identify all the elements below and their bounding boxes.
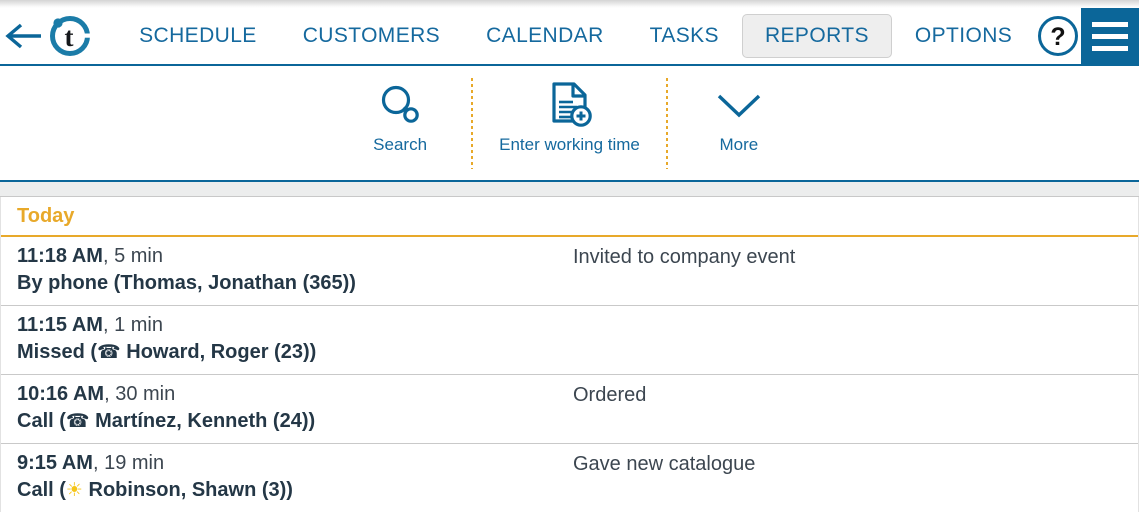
back-button[interactable] — [0, 22, 46, 50]
magnifier-icon — [377, 77, 423, 133]
row-time: 11:15 AM — [17, 314, 103, 336]
hamburger-menu-button[interactable] — [1081, 8, 1139, 64]
row-note — [573, 312, 1122, 366]
table-row[interactable]: 9:15 AM, 19 min Call (☀ Robinson, Shawn … — [1, 444, 1138, 512]
table-row[interactable]: 11:18 AM, 5 min By phone (Thomas, Jonath… — [1, 237, 1138, 306]
row-time: 10:16 AM — [17, 383, 105, 405]
row-note: Gave new catalogue — [573, 453, 756, 475]
row-primary-column: 9:15 AM, 19 min Call (☀ Robinson, Shawn … — [17, 450, 573, 504]
logo-icon: t — [50, 16, 91, 56]
app-logo[interactable]: t — [46, 12, 94, 60]
row-time-line: 10:16 AM, 30 min — [17, 381, 573, 408]
hamburger-bar-2 — [1092, 33, 1129, 39]
row-time: 9:15 AM — [17, 452, 93, 474]
row-note: Invited to company event — [573, 246, 796, 268]
svg-text:?: ? — [1051, 23, 1066, 51]
main-navigation-bar: t SCHEDULE CUSTOMERS CALENDAR TASKS REPO… — [0, 8, 1139, 66]
row-subject-line: Missed (☎ Howard, Roger (23)) — [17, 339, 573, 366]
top-gradient-strip — [0, 0, 1139, 8]
table-row[interactable]: 10:16 AM, 30 min Call (☎ Martínez, Kenne… — [1, 375, 1138, 444]
nav-item-calendar[interactable]: CALENDAR — [463, 14, 627, 58]
row-subject-line: By phone (Thomas, Jonathan (365)) — [17, 270, 573, 297]
toolbar-button-more[interactable]: More — [668, 77, 810, 169]
row-subject-prefix: Missed ( — [17, 341, 98, 363]
document-plus-icon — [547, 77, 593, 133]
row-time: 11:18 AM — [17, 245, 103, 267]
sun-icon: ☀ — [65, 479, 83, 501]
nav-links: SCHEDULE CUSTOMERS CALENDAR TASKS REPORT… — [116, 14, 1035, 58]
toolbar-button-search[interactable]: Search — [329, 77, 471, 169]
row-time-line: 11:18 AM, 5 min — [17, 243, 573, 270]
hamburger-bar-3 — [1092, 45, 1129, 51]
toolbar-label-more: More — [719, 135, 759, 154]
row-duration: , 19 min — [92, 452, 165, 474]
chevron-down-icon — [713, 77, 765, 133]
row-subject-after: Howard, Roger (23)) — [120, 341, 317, 363]
row-duration: , 1 min — [102, 314, 163, 336]
row-primary-column: 11:18 AM, 5 min By phone (Thomas, Jonath… — [17, 243, 573, 297]
list-group-header-today: Today — [1, 197, 1138, 237]
action-toolbar: Search Enter working time More — [0, 66, 1139, 182]
row-time-line: 11:15 AM, 1 min — [17, 312, 573, 339]
toolbar-label-enter-working-time: Enter working time — [499, 135, 640, 154]
telephone-icon: ☎ — [97, 341, 121, 363]
row-duration: , 5 min — [102, 245, 163, 267]
hamburger-bar-1 — [1092, 21, 1129, 27]
row-subject-line: Call (☎ Martínez, Kenneth (24)) — [17, 408, 573, 435]
nav-item-options[interactable]: OPTIONS — [892, 14, 1035, 58]
toolbar-label-search: Search — [373, 135, 428, 154]
help-button[interactable]: ? — [1035, 14, 1081, 58]
row-subject-prefix: By phone (Thomas, Jonathan (365)) — [17, 272, 356, 294]
content-top-strip — [0, 182, 1139, 197]
row-subject-after: Robinson, Shawn (3)) — [82, 479, 293, 501]
row-note: Ordered — [573, 384, 647, 406]
nav-item-customers[interactable]: CUSTOMERS — [280, 14, 463, 58]
nav-item-tasks[interactable]: TASKS — [627, 14, 742, 58]
nav-item-reports[interactable]: REPORTS — [741, 14, 892, 58]
row-time-line: 9:15 AM, 19 min — [17, 450, 573, 477]
table-row[interactable]: 11:15 AM, 1 min Missed (☎ Howard, Roger … — [1, 306, 1138, 375]
nav-item-schedule[interactable]: SCHEDULE — [116, 14, 280, 58]
activity-list: Today 11:18 AM, 5 min By phone (Thomas, … — [0, 197, 1139, 512]
row-primary-column: 11:15 AM, 1 min Missed (☎ Howard, Roger … — [17, 312, 573, 366]
svg-text:t: t — [65, 22, 74, 52]
arrow-left-icon — [5, 23, 42, 49]
row-duration: , 30 min — [104, 383, 176, 405]
row-subject-prefix: Call ( — [17, 410, 66, 432]
question-mark-circle-icon: ? — [1038, 16, 1079, 56]
row-subject-after: Martínez, Kenneth (24)) — [89, 410, 316, 432]
row-subject-prefix: Call ( — [17, 479, 66, 501]
row-primary-column: 10:16 AM, 30 min Call (☎ Martínez, Kenne… — [17, 381, 573, 435]
toolbar-button-enter-working-time[interactable]: Enter working time — [473, 77, 666, 169]
telephone-icon: ☎ — [65, 410, 90, 432]
row-subject-line: Call (☀ Robinson, Shawn (3)) — [17, 477, 573, 504]
